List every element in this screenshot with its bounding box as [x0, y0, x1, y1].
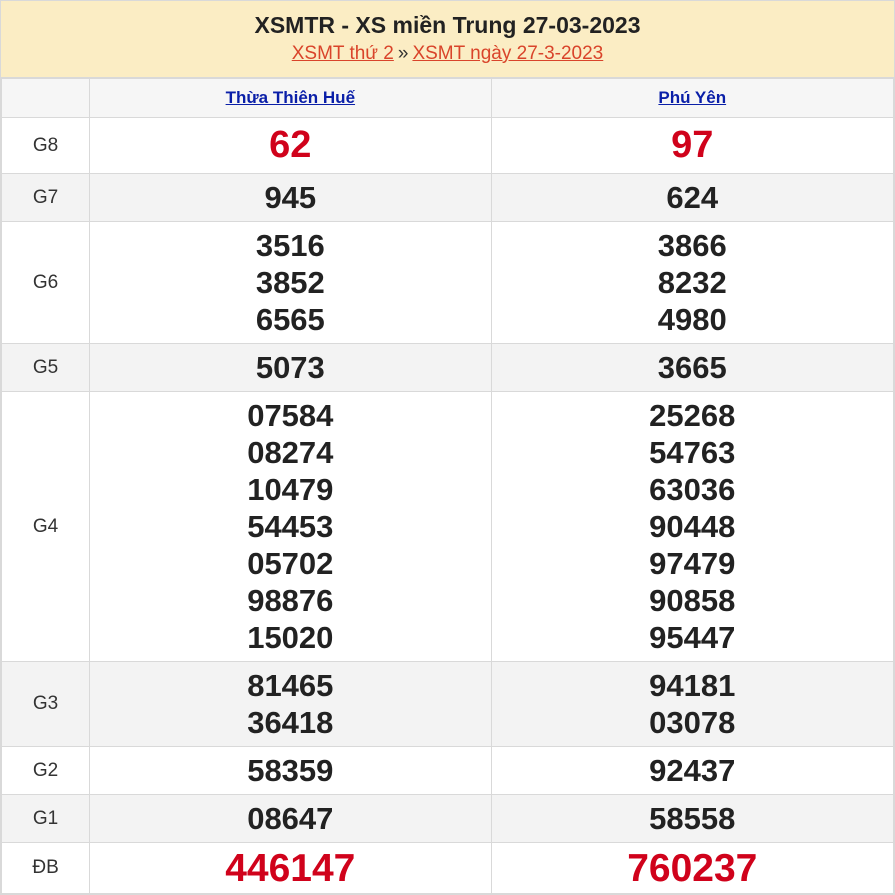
table-header-row: Thừa Thiên Huế Phú Yên: [0, 78, 895, 118]
prize-number: 97479: [649, 546, 736, 581]
prize-cell: 81465 36418: [89, 661, 492, 747]
prize-label: G1: [0, 794, 91, 843]
prize-cell: 58359: [89, 746, 492, 795]
prize-label: G8: [0, 117, 91, 174]
prize-row: G1 08647 58558: [0, 794, 895, 843]
breadcrumb-link-weekday[interactable]: XSMT thứ 2: [292, 43, 394, 64]
prize-number: 92437: [649, 753, 736, 788]
prize-row: ĐB 446147 760237: [0, 842, 895, 894]
prize-number: 08274: [247, 435, 334, 470]
breadcrumb-separator: »: [397, 43, 409, 64]
prize-number: 62: [269, 124, 312, 166]
breadcrumb-link-date[interactable]: XSMT ngày 27-3-2023: [412, 43, 603, 64]
prize-cell: 08647: [89, 794, 492, 843]
breadcrumb: XSMT thứ 2» XSMT ngày 27-3-2023: [1, 41, 894, 67]
prize-cell: 58558: [490, 794, 895, 843]
prize-number: 3516: [255, 228, 325, 263]
prize-number: 3665: [657, 350, 727, 385]
prize-cell: 62: [89, 117, 492, 174]
prize-cell: 3665: [490, 343, 895, 392]
prize-row: G7 945 624: [0, 173, 895, 222]
prize-cell: 3866 8232 4980: [490, 221, 895, 344]
prize-number: 4980: [657, 302, 727, 337]
province-header: Thừa Thiên Huế: [89, 78, 492, 118]
prize-number: 446147: [225, 846, 356, 890]
prize-column-header: [0, 78, 91, 118]
prize-label: ĐB: [0, 842, 91, 894]
prize-number: 07584: [247, 398, 334, 433]
prize-row: G5 5073 3665: [0, 343, 895, 392]
prize-label: G5: [0, 343, 91, 392]
prize-label: G2: [0, 746, 91, 795]
prize-number: 08647: [247, 801, 334, 836]
prize-number: 3852: [255, 265, 325, 300]
prize-number: 8232: [657, 265, 727, 300]
prize-number: 81465: [247, 668, 334, 703]
province-header: Phú Yên: [490, 78, 895, 118]
prize-number: 03078: [649, 705, 736, 740]
results-header: XSMTR - XS miền Trung 27-03-2023 XSMT th…: [1, 1, 894, 78]
province-link-hue[interactable]: Thừa Thiên Huế: [226, 88, 355, 107]
prize-number: 58558: [649, 801, 736, 836]
prize-cell: 07584 08274 10479 54453 05702 98876 15020: [89, 391, 492, 662]
prize-cell: 624: [490, 173, 895, 222]
results-table: Thừa Thiên Huế Phú Yên G8 62 97 G7 945 624 G6 3…: [0, 78, 895, 894]
prize-number: 5073: [255, 350, 325, 385]
page-title: XSMTR - XS miền Trung 27-03-2023: [254, 12, 641, 38]
prize-cell: 760237: [490, 842, 895, 894]
prize-number: 945: [264, 180, 317, 215]
prize-cell: 25268 54763 63036 90448 97479 90858 95447: [490, 391, 895, 662]
prize-number: 97: [671, 124, 714, 166]
prize-label: G6: [0, 221, 91, 344]
prize-cell: 3516 3852 6565: [89, 221, 492, 344]
prize-label: G4: [0, 391, 91, 662]
prize-row: G4 07584 08274 10479 54453 05702 98876 15020 252…: [0, 391, 895, 662]
prize-number: 624: [666, 180, 719, 215]
prize-number: 36418: [247, 705, 334, 740]
results-panel: XSMTR - XS miền Trung 27-03-2023 XSMT th…: [0, 0, 895, 895]
prize-number: 10479: [247, 472, 334, 507]
prize-cell: 97: [490, 117, 895, 174]
prize-number: 95447: [649, 620, 736, 655]
prize-number: 98876: [247, 583, 334, 618]
prize-number: 94181: [649, 668, 736, 703]
prize-number: 3866: [657, 228, 727, 263]
prize-number: 25268: [649, 398, 736, 433]
prize-number: 760237: [627, 846, 758, 890]
prize-cell: 446147: [89, 842, 492, 894]
prize-row: G2 58359 92437: [0, 746, 895, 795]
prize-label: G7: [0, 173, 91, 222]
prize-row: G3 81465 36418 94181 03078: [0, 661, 895, 747]
prize-cell: 5073: [89, 343, 492, 392]
prize-number: 6565: [255, 302, 325, 337]
prize-number: 54763: [649, 435, 736, 470]
prize-number: 15020: [247, 620, 334, 655]
prize-row: G8 62 97: [0, 117, 895, 174]
prize-row: G6 3516 3852 6565 3866 8232 4980: [0, 221, 895, 344]
prize-cell: 94181 03078: [490, 661, 895, 747]
prize-number: 58359: [247, 753, 334, 788]
prize-number: 90448: [649, 509, 736, 544]
prize-number: 54453: [247, 509, 334, 544]
prize-number: 63036: [649, 472, 736, 507]
prize-cell: 92437: [490, 746, 895, 795]
prize-label: G3: [0, 661, 91, 747]
prize-number: 90858: [649, 583, 736, 618]
province-link-phu-yen[interactable]: Phú Yên: [658, 88, 726, 107]
prize-cell: 945: [89, 173, 492, 222]
prize-number: 05702: [247, 546, 334, 581]
